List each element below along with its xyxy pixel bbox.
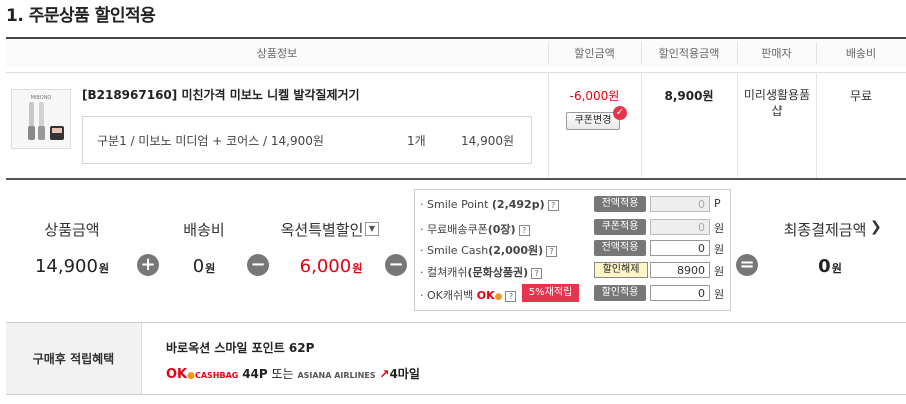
unit-label: 원 — [714, 222, 725, 235]
help-icon: ? — [531, 267, 543, 279]
culture-cash-cancel-button[interactable]: 할인해제 — [594, 262, 648, 278]
shipping-fee: 무료 — [849, 89, 873, 103]
ok-cashbag-input[interactable]: 0 — [650, 285, 710, 301]
coupon-apply-button[interactable]: 쿠폰적용 — [594, 219, 646, 235]
equals-icon: = — [736, 254, 758, 276]
header-product-info: 상품정보 — [256, 47, 298, 60]
header-discounted-price: 할인적용금액 — [658, 47, 720, 60]
culture-cash-row: · 컬쳐캐쉬(문화상품권)? — [420, 264, 543, 280]
ok-cashbag-logo-icon: OK — [166, 367, 188, 382]
final-amount-value: 0원 — [818, 256, 842, 277]
ok-cashbag-row: · OK캐쉬백 OK●? — [420, 287, 517, 303]
header-discount-amount: 할인금액 — [574, 47, 615, 60]
header-shipping-fee: 배송비 — [845, 47, 877, 60]
check-icon: ✓ — [613, 106, 627, 120]
discounted-price: 8,900원 — [664, 89, 714, 103]
ok-cashbag-benefit: OK●CASHBAG 44P 또는 ASIANA AIRLINES ↗4마일 — [166, 367, 420, 382]
smile-point-input[interactable]: 0 — [650, 196, 710, 212]
unit-label: 원 — [714, 265, 725, 278]
smile-cash-row: · Smile Cash(2,000원)? — [420, 242, 558, 258]
unit-label: 원 — [714, 288, 725, 301]
page-title: 1. 주문상품 할인적용 — [6, 6, 156, 26]
discount-amount: -6,000원 — [569, 89, 620, 103]
seller-name[interactable]: 미리생활용품샵 — [742, 87, 812, 119]
product-name[interactable]: [B218967160] 미친가격 미보노 니켈 발각질제거기 — [82, 86, 360, 103]
option-price: 14,900원 — [461, 134, 515, 148]
smile-point-apply-button[interactable]: 전액적용 — [594, 196, 646, 212]
option-quantity: 1개 — [407, 134, 426, 148]
header-seller: 판매자 — [761, 47, 792, 60]
product-amount-value: 14,900원 — [34, 256, 110, 277]
product-image-icon: MIBONO — [12, 90, 70, 148]
smile-point-row: · Smile Point (2,492p)? — [420, 198, 559, 211]
smile-point-benefit: 바로옥션 스마일 포인트 62P — [166, 341, 315, 355]
rebate-badge: 5%재적립 — [522, 284, 579, 302]
option-text: 구분1 / 미보노 미디엄 + 코어스 / 14,900원 — [97, 134, 324, 148]
coupon-input[interactable]: 0 — [650, 219, 710, 235]
smile-cash-input[interactable]: 0 — [650, 240, 710, 256]
coupon-change-button[interactable]: 쿠폰변경 — [566, 112, 620, 130]
dropdown-toggle-icon[interactable]: ▼ — [365, 222, 379, 236]
help-icon: ? — [505, 290, 517, 302]
free-shipping-coupon-row: · 무료배송쿠폰(0장)? — [420, 221, 530, 237]
minus-icon: − — [247, 254, 269, 276]
shipping-label: 배송비 — [183, 221, 225, 239]
ok-cashbag-apply-button[interactable]: 할인적용 — [594, 285, 646, 301]
chevron-down-icon[interactable]: ❯ — [870, 219, 882, 235]
final-amount-label: 최종결제금액 — [783, 221, 867, 239]
auction-discount-value: 6,000원 — [299, 256, 363, 277]
asiana-logo-icon: ASIANA AIRLINES — [297, 371, 376, 380]
auction-discount-label: 옥션특별할인 — [280, 221, 364, 239]
plus-icon: + — [137, 254, 159, 276]
minus-icon: − — [385, 254, 407, 276]
smile-cash-apply-button[interactable]: 전액적용 — [594, 240, 646, 256]
unit-label: 원 — [714, 243, 725, 256]
ok-logo-icon: OK — [476, 289, 495, 302]
help-icon: ? — [518, 224, 530, 236]
option-box: 구분1 / 미보노 미디엄 + 코어스 / 14,900원 1개 14,900원 — [82, 116, 532, 164]
product-thumbnail[interactable]: MIBONO — [11, 89, 71, 149]
culture-cash-input[interactable]: 8900 — [650, 262, 710, 278]
help-icon: ? — [546, 245, 558, 257]
benefit-label: 구매후 적립혜택 — [32, 352, 115, 366]
svg-text:MIBONO: MIBONO — [31, 95, 52, 101]
shipping-value: 0원 — [192, 256, 216, 277]
help-icon: ? — [547, 199, 559, 211]
product-amount-label: 상품금액 — [44, 221, 100, 239]
unit-label: P — [714, 197, 721, 210]
